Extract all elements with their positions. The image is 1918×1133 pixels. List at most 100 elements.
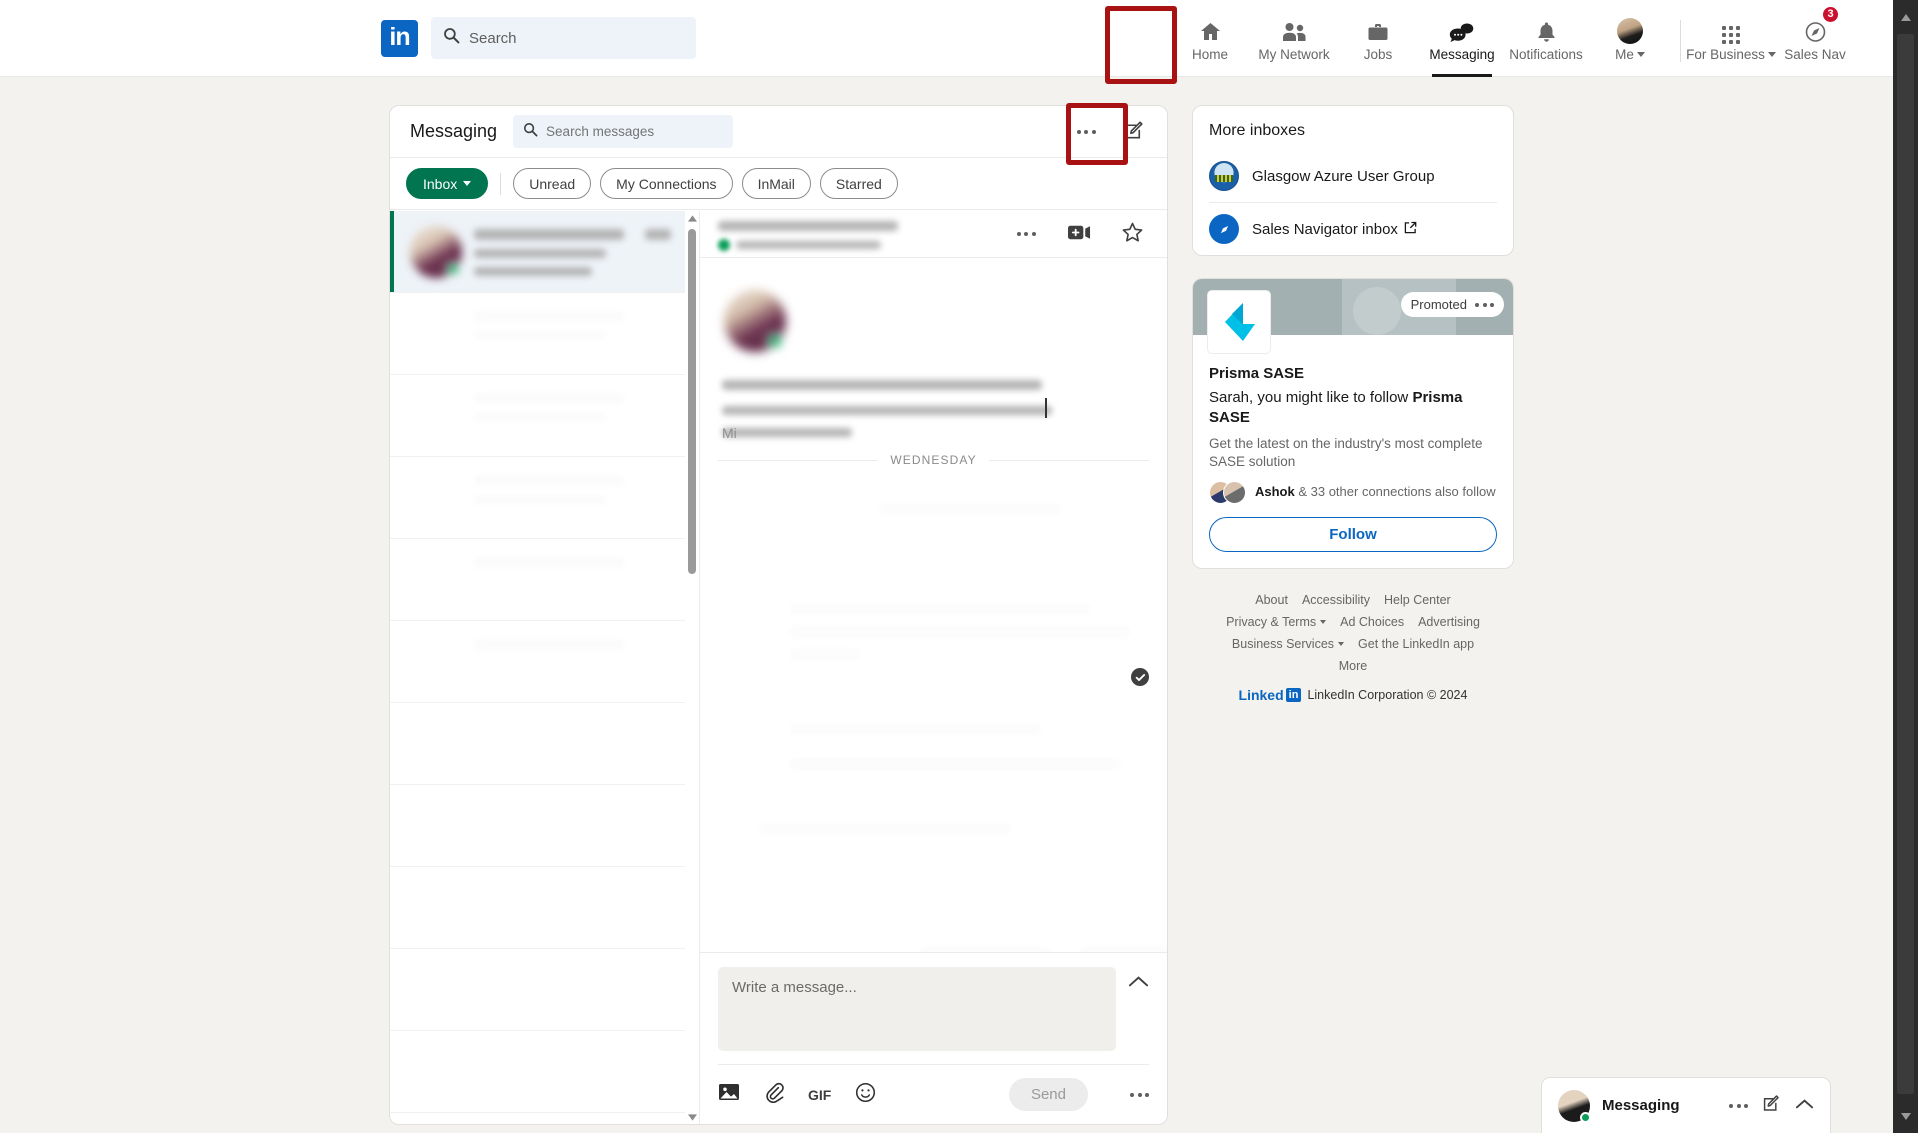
- inbox-item-sales-navigator[interactable]: Sales Navigator inbox: [1209, 202, 1497, 255]
- filter-label: Inbox: [423, 175, 458, 192]
- footer-link-accessibility[interactable]: Accessibility: [1302, 593, 1370, 607]
- redacted-message-line: [790, 603, 1090, 615]
- conversation-list-item[interactable]: [390, 1031, 685, 1113]
- footer-row-3: Business Services Get the LinkedIn app: [1192, 637, 1514, 651]
- more-options-icon[interactable]: [1729, 1103, 1748, 1108]
- grid-icon: [1722, 15, 1740, 44]
- compose-pencil-icon[interactable]: [1762, 1094, 1781, 1118]
- conversation-list-scrollbar[interactable]: [685, 211, 699, 1124]
- nav-item-sales-nav[interactable]: 3 Sales Nav: [1773, 0, 1857, 77]
- people-icon: [1281, 15, 1308, 44]
- conversation-list-item[interactable]: [390, 621, 685, 703]
- footer-link-more[interactable]: More: [1339, 659, 1367, 673]
- nav-label: Home: [1191, 46, 1228, 62]
- scroll-up-arrow-icon[interactable]: [1893, 4, 1918, 30]
- nav-item-home[interactable]: Home: [1168, 0, 1252, 77]
- inbox-item-glasgow-azure-user-group[interactable]: Glasgow Azure User Group: [1193, 150, 1513, 202]
- message-prefix-text: Mi: [722, 425, 737, 441]
- scrollbar-thumb[interactable]: [688, 229, 696, 574]
- footer-link-label: Privacy & Terms: [1226, 614, 1317, 629]
- conversation-list-item[interactable]: [390, 211, 685, 293]
- thread-overflow-button[interactable]: [1009, 217, 1043, 251]
- nav-item-for-business[interactable]: For Business: [1686, 0, 1776, 77]
- nav-item-jobs[interactable]: Jobs: [1336, 0, 1420, 77]
- dock-actions: [1729, 1094, 1814, 1118]
- footer-link-help-center[interactable]: Help Center: [1384, 593, 1451, 607]
- messaging-search-input[interactable]: [546, 124, 724, 139]
- compose-message-button[interactable]: [1117, 115, 1151, 149]
- gif-icon[interactable]: GIF: [808, 1087, 831, 1103]
- message-input[interactable]: Write a message...: [718, 967, 1116, 1051]
- search-input[interactable]: [469, 29, 684, 47]
- redacted-name: [474, 557, 624, 568]
- filter-inmail[interactable]: InMail: [741, 168, 811, 199]
- footer-link-ad-choices[interactable]: Ad Choices: [1340, 615, 1404, 629]
- chevron-up-icon[interactable]: [1128, 975, 1149, 993]
- message-bubble-icon: [1449, 15, 1475, 44]
- nav-label: Messaging: [1429, 46, 1495, 62]
- promoted-ad-card: Promoted Prisma SASE Sarah, you might li…: [1192, 278, 1514, 569]
- conversation-list-item[interactable]: [390, 703, 685, 785]
- redacted-name: [474, 639, 624, 650]
- star-conversation-button[interactable]: [1115, 217, 1149, 251]
- chevron-up-icon[interactable]: [1795, 1097, 1814, 1115]
- global-nav: in Home My Network: [0, 0, 1893, 77]
- message-thread: Mi WEDNESDAY Write a message... GIF Send: [700, 211, 1167, 1124]
- scroll-up-arrow-icon[interactable]: [685, 211, 699, 225]
- filter-my-connections[interactable]: My Connections: [600, 168, 733, 199]
- conversation-list-item[interactable]: [390, 539, 685, 621]
- messaging-dock[interactable]: Messaging: [1541, 1077, 1831, 1133]
- browser-scrollbar[interactable]: [1893, 0, 1918, 1133]
- filter-separator: [500, 172, 502, 195]
- conversation-list-item[interactable]: [390, 375, 685, 457]
- avatar: [410, 226, 462, 278]
- nav-item-notifications[interactable]: Notifications: [1504, 0, 1588, 77]
- scroll-down-arrow-icon[interactable]: [685, 1110, 699, 1124]
- global-search[interactable]: [431, 17, 696, 59]
- messaging-search[interactable]: [513, 115, 734, 148]
- filter-unread[interactable]: Unread: [513, 168, 592, 199]
- footer-link-about[interactable]: About: [1255, 593, 1288, 607]
- text-caret: [1045, 398, 1047, 418]
- conversation-list-item[interactable]: [390, 457, 685, 539]
- footer-link-advertising[interactable]: Advertising: [1418, 615, 1480, 629]
- nav-label: Jobs: [1363, 46, 1393, 62]
- avatar-icon: [1617, 15, 1643, 44]
- nav-label: My Network: [1258, 46, 1330, 62]
- footer-link-get-app[interactable]: Get the LinkedIn app: [1358, 637, 1474, 651]
- paperclip-icon[interactable]: [764, 1082, 784, 1108]
- promoted-label: Promoted: [1410, 297, 1467, 312]
- brand-word: Linked: [1238, 686, 1284, 703]
- chevron-down-icon: [1636, 51, 1645, 57]
- redacted-message-line: [790, 758, 1120, 770]
- messaging-overflow-button[interactable]: [1069, 115, 1103, 149]
- redacted-preview: [474, 331, 606, 340]
- send-button[interactable]: Send: [1008, 1078, 1088, 1111]
- nav-item-me[interactable]: Me: [1588, 0, 1672, 77]
- more-options-icon[interactable]: [1475, 302, 1494, 307]
- conversation-list-item[interactable]: [390, 867, 685, 949]
- conversation-list-item[interactable]: [390, 785, 685, 867]
- nav-item-messaging[interactable]: Messaging: [1420, 0, 1504, 77]
- filter-inbox[interactable]: Inbox: [406, 168, 489, 199]
- video-meeting-button[interactable]: [1062, 217, 1096, 251]
- conversation-list: [390, 211, 700, 1124]
- nav-left-group: in: [381, 17, 696, 59]
- more-options-icon[interactable]: [1130, 1092, 1149, 1097]
- linkedin-logo-icon[interactable]: in: [381, 19, 418, 57]
- nav-item-my-network[interactable]: My Network: [1252, 0, 1336, 77]
- filter-starred[interactable]: Starred: [819, 168, 898, 199]
- conversation-list-item[interactable]: [390, 949, 685, 1031]
- footer-link-business-services[interactable]: Business Services: [1232, 637, 1345, 651]
- conversation-list-item[interactable]: [390, 293, 685, 375]
- redacted-name: [474, 311, 624, 322]
- follow-button[interactable]: Follow: [1209, 516, 1497, 552]
- redacted-message-line: [760, 823, 1010, 835]
- composer-input-row: Write a message...: [718, 967, 1149, 1051]
- scrollbar-thumb[interactable]: [1897, 34, 1914, 1094]
- scroll-down-arrow-icon[interactable]: [1893, 1103, 1918, 1129]
- image-icon[interactable]: [718, 1082, 740, 1107]
- redacted-preview: [474, 413, 606, 422]
- footer-link-privacy-terms[interactable]: Privacy & Terms: [1226, 614, 1327, 629]
- emoji-icon[interactable]: [855, 1082, 876, 1108]
